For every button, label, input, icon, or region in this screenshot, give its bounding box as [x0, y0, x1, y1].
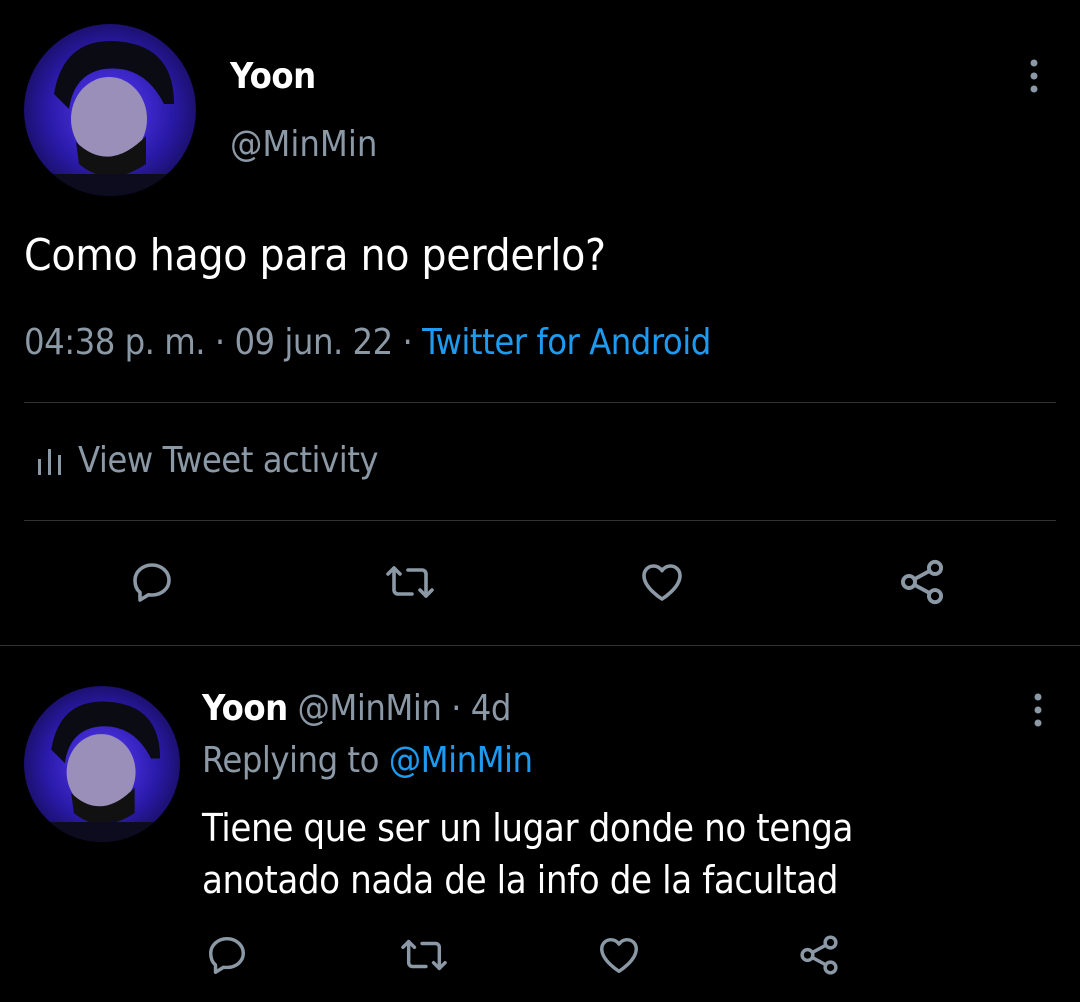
tweet-text: Como hago para no perderlo? [24, 230, 606, 281]
reply-age: 4d [470, 688, 512, 729]
reply-icon [208, 936, 246, 974]
reply-separator: · [441, 688, 471, 729]
author-name[interactable]: Yoon [230, 56, 316, 97]
retweet-icon [401, 939, 447, 971]
reply-text-line2: anotado nada de la info de la facultad [202, 858, 839, 902]
like-button[interactable] [632, 552, 692, 612]
replying-to-prefix: Replying to [202, 740, 389, 781]
share-icon [800, 935, 838, 975]
reply-header: Yoon @MinMin · 4d [202, 688, 511, 729]
more-options-icon[interactable] [1022, 58, 1046, 94]
reply-retweet-button[interactable] [394, 928, 454, 982]
replying-to-handle[interactable]: @MinMin [389, 740, 533, 781]
tweet-date: 09 jun. 22 [234, 322, 393, 363]
reply-reply-button[interactable] [200, 928, 254, 982]
reply-author-name[interactable]: Yoon [202, 688, 288, 729]
share-icon [900, 559, 944, 605]
reply-like-button[interactable] [592, 928, 646, 982]
reply-button[interactable] [122, 552, 182, 612]
reply-share-button[interactable] [792, 928, 846, 982]
analytics-icon [36, 445, 66, 477]
replying-to-line: Replying to @MinMin [202, 740, 533, 781]
view-tweet-activity-label: View Tweet activity [78, 440, 379, 481]
tweet-source-link[interactable]: Twitter for Android [422, 322, 711, 363]
like-icon [600, 937, 638, 974]
reply-more-options-icon[interactable] [1026, 692, 1050, 728]
tweet-time: 04:38 p. m. [24, 322, 206, 363]
reply-text: Tiene que ser un lugar donde no tenga an… [202, 802, 1062, 906]
divider [24, 402, 1056, 403]
reply-author-avatar[interactable] [24, 686, 180, 842]
like-icon [642, 564, 682, 601]
author-avatar[interactable] [24, 24, 196, 196]
reply-author-handle[interactable]: @MinMin [298, 688, 442, 729]
tweet-meta: 04:38 p. m. · 09 jun. 22 · Twitter for A… [24, 322, 711, 363]
reply-text-line1: Tiene que ser un lugar donde no tenga [202, 806, 854, 850]
meta-separator: · [205, 322, 235, 363]
meta-separator: · [392, 322, 423, 363]
retweet-button[interactable] [378, 552, 442, 612]
view-tweet-activity-button[interactable]: View Tweet activity [36, 440, 379, 481]
divider [0, 645, 1080, 646]
share-button[interactable] [890, 552, 954, 612]
reply-icon [133, 563, 171, 602]
divider [24, 520, 1056, 521]
author-handle[interactable]: @MinMin [230, 124, 377, 165]
retweet-icon [386, 566, 434, 598]
